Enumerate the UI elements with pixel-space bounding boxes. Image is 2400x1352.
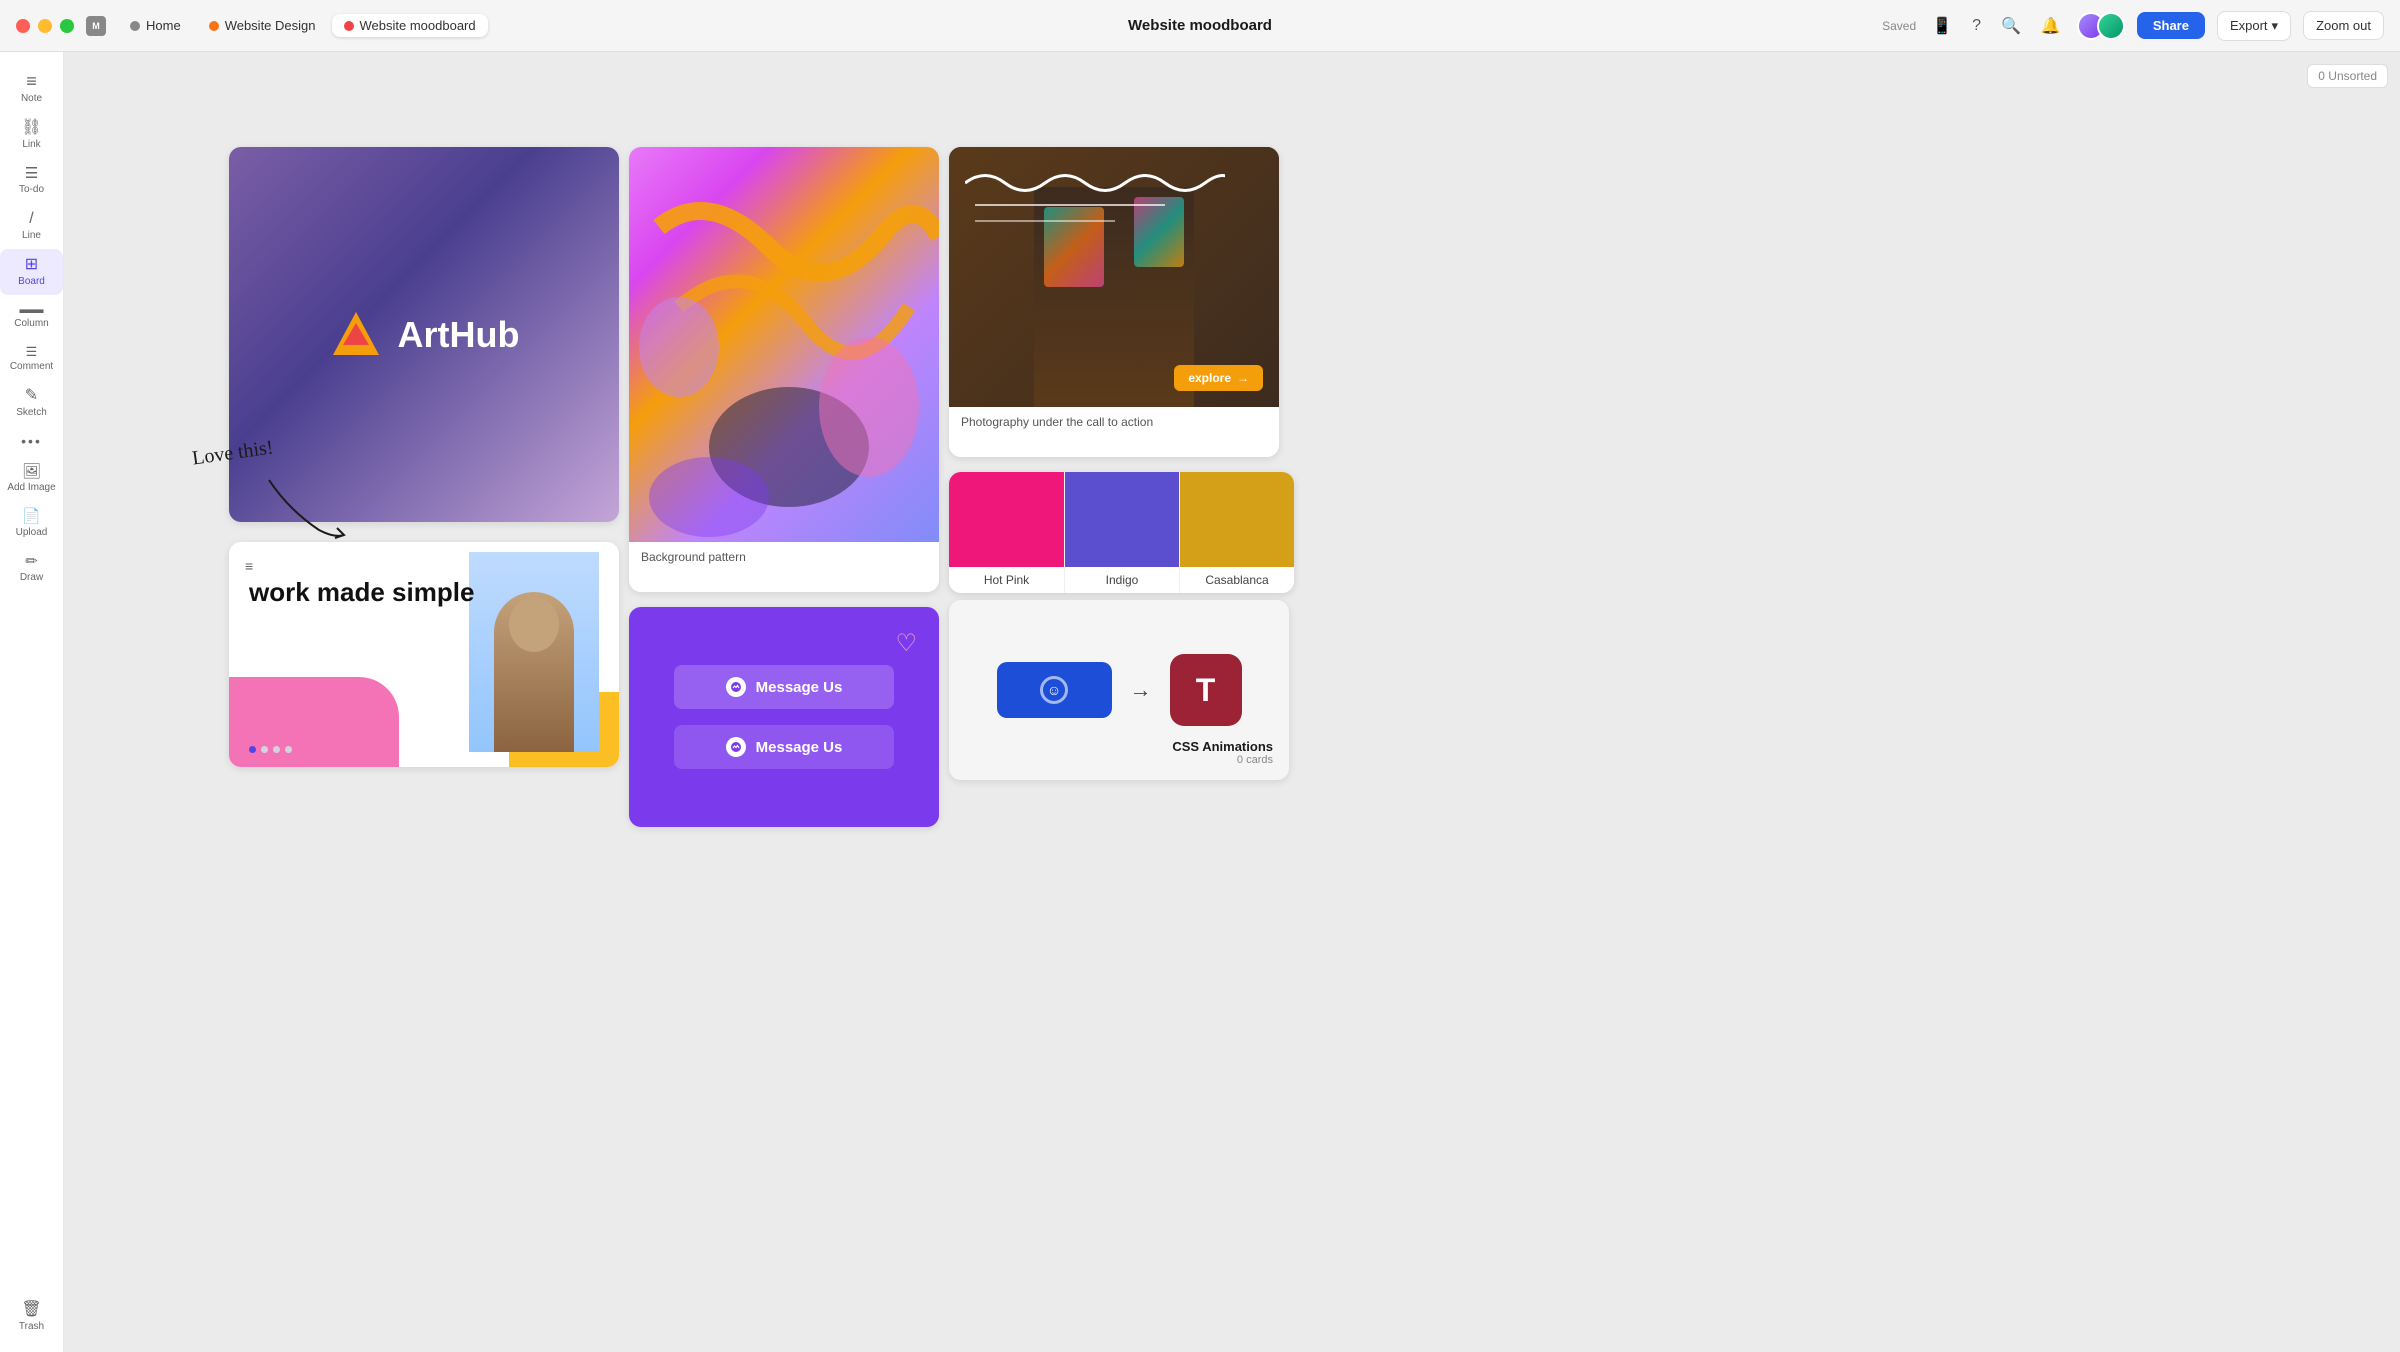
minimize-button[interactable] — [38, 19, 52, 33]
smiley-icon: ☺ — [1040, 676, 1068, 704]
draw-icon: ✏ — [25, 554, 38, 569]
tab-home[interactable]: Home — [118, 14, 193, 37]
sketch-icon: ✎ — [25, 388, 38, 404]
comment-icon: ☰ — [26, 345, 38, 358]
share-button[interactable]: Share — [2137, 12, 2205, 39]
squiggle-svg — [965, 163, 1225, 243]
css-animations-label: CSS Animations 0 cards — [1172, 739, 1273, 766]
arthub-card[interactable]: ArtHub — [229, 147, 619, 522]
work-text: work made simple — [249, 578, 474, 607]
board-icon: ⊞ — [25, 257, 38, 273]
sidebar-item-sketch[interactable]: ✎ Sketch — [0, 380, 63, 426]
messenger-icon-1 — [726, 677, 746, 697]
sidebar-item-upload[interactable]: 📄 Upload — [0, 501, 63, 546]
todo-icon: ☰ — [25, 166, 38, 181]
device-icon[interactable]: 📱 — [1928, 12, 1956, 40]
sidebar-item-trash[interactable]: 🗑 Trash — [0, 1294, 63, 1340]
sidebar-item-more[interactable]: ••• — [0, 426, 63, 456]
tabs: Home Website Design Website moodboard — [118, 14, 488, 37]
column-icon: ▬▬ — [20, 303, 44, 315]
t-icon: T — [1170, 654, 1242, 726]
close-button[interactable] — [16, 19, 30, 33]
more-icon: ••• — [21, 434, 42, 448]
sidebar-item-line[interactable]: / Line — [0, 203, 63, 249]
page-title: Website moodboard — [1128, 17, 1272, 34]
bg-pattern-image — [629, 147, 939, 542]
messenger-icon-2 — [726, 737, 746, 757]
search-icon[interactable]: 🔍 — [1997, 12, 2025, 40]
avatar-2 — [2097, 12, 2125, 40]
photography-image: explore → — [949, 147, 1279, 407]
maximize-button[interactable] — [60, 19, 74, 33]
blue-button-preview: ☺ — [997, 662, 1112, 718]
app-icon: M — [86, 16, 106, 36]
sidebar-item-comment[interactable]: ☰ Comment — [0, 337, 63, 380]
trash-icon: 🗑 — [21, 1302, 41, 1318]
arthub-logo-icon — [329, 307, 384, 362]
work-dots — [249, 746, 292, 753]
message-us-button-2[interactable]: Message Us — [674, 725, 894, 769]
title-bar: M Home Website Design Website moodboard … — [0, 0, 2400, 52]
tab-website-moodboard[interactable]: Website moodboard — [332, 14, 488, 37]
pattern-svg — [629, 147, 939, 542]
sidebar-item-board[interactable]: ⊞ Board — [0, 249, 63, 295]
css-animations-card[interactable]: ☺ → T CSS Animations 0 cards — [949, 600, 1289, 780]
swatch-indigo: Indigo — [1064, 472, 1179, 593]
hamburger-icon: ≡ — [245, 558, 253, 574]
avatar-group — [2077, 12, 2125, 40]
sidebar-item-draw[interactable]: ✏ Draw — [0, 546, 63, 591]
sidebar-item-todo[interactable]: ☰ To-do — [0, 158, 63, 203]
app-body: ≡ Note ⛓ Link ☰ To-do / Line ⊞ Board ▬▬ … — [0, 52, 2400, 1352]
photo-cta-btn[interactable]: explore → — [1174, 365, 1263, 391]
bg-pattern-label: Background pattern — [629, 542, 939, 572]
add-image-icon: 🖼 — [22, 464, 41, 479]
message-card[interactable]: ♡ Message Us Message Us — [629, 607, 939, 827]
tab-website-design[interactable]: Website Design — [197, 14, 328, 37]
sidebar-item-link[interactable]: ⛓ Link — [0, 112, 63, 158]
message-us-button-1[interactable]: Message Us — [674, 665, 894, 709]
swatch-hot-pink: Hot Pink — [949, 472, 1064, 593]
work-card[interactable]: ≡ work made simple — [229, 542, 619, 767]
title-right: Saved 📱 ? 🔍 🔔 Share Export ▾ Zoom out — [1882, 11, 2384, 41]
bg-pattern-card[interactable]: Background pattern — [629, 147, 939, 592]
upload-icon: 📄 — [22, 509, 41, 524]
heart-doodle: ♡ — [895, 629, 917, 658]
sidebar-item-column[interactable]: ▬▬ Column — [0, 295, 63, 337]
canvas[interactable]: 0 Unsorted ArtHub — [64, 52, 2400, 1352]
link-icon: ⛓ — [21, 120, 41, 136]
window-controls — [16, 19, 74, 33]
notification-icon[interactable]: 🔔 — [2037, 12, 2065, 40]
sidebar-item-add-image[interactable]: 🖼 Add Image — [0, 456, 63, 501]
swatch-casablanca: Casablanca — [1179, 472, 1294, 593]
unsorted-badge: 0 Unsorted — [2307, 64, 2388, 88]
saved-status: Saved — [1882, 19, 1916, 33]
sidebar-item-note[interactable]: ≡ Note — [0, 64, 63, 112]
arthub-title: ArtHub — [398, 314, 520, 356]
sidebar: ≡ Note ⛓ Link ☰ To-do / Line ⊞ Board ▬▬ … — [0, 52, 64, 1352]
arrow-icon: → — [1130, 677, 1152, 703]
swatch-row: Hot Pink Indigo Casablanca — [949, 472, 1294, 593]
photography-card[interactable]: explore → Photography under the call to … — [949, 147, 1279, 457]
export-button[interactable]: Export ▾ — [2217, 11, 2291, 41]
photography-label: Photography under the call to action — [949, 407, 1279, 437]
note-icon: ≡ — [26, 72, 37, 90]
line-icon: / — [29, 211, 33, 227]
help-icon[interactable]: ? — [1968, 13, 1985, 39]
zoom-out-button[interactable]: Zoom out — [2303, 11, 2384, 40]
